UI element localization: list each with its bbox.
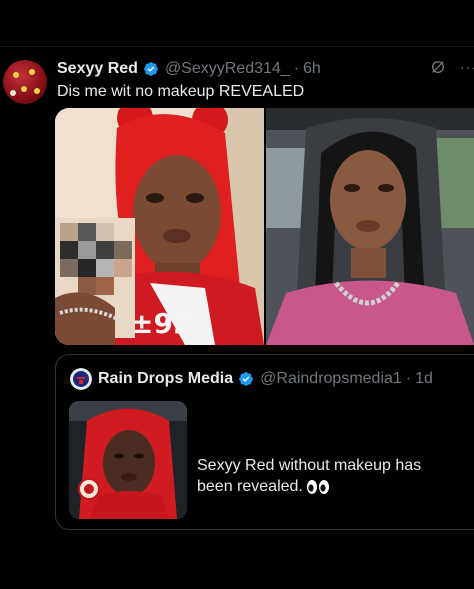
more-icon[interactable]: ··· (460, 59, 474, 75)
photo-selfie-red-hair: ±92 (55, 108, 264, 345)
author-avatar[interactable] (3, 60, 47, 104)
separator-dot: · (405, 370, 412, 387)
eyes-emoji-icon (306, 479, 329, 494)
top-divider (0, 46, 474, 47)
quote-time[interactable]: 1d (415, 370, 433, 388)
quote-header: Rain Drops Media @Raindropsmedia1 · 1d (70, 368, 433, 390)
svg-text:±92: ±92 (130, 307, 192, 340)
verified-badge-icon (144, 62, 158, 76)
tweet-media[interactable]: ±92 (55, 108, 474, 345)
author-handle[interactable]: @SexyyRed314_ (165, 59, 290, 79)
tweet-time[interactable]: 6h (303, 59, 321, 79)
grok-icon[interactable] (430, 59, 446, 75)
tweet-header: Sexyy Red @SexyyRed314_ · 6h (57, 59, 321, 79)
media-photo-2[interactable] (266, 108, 474, 345)
quote-author-avatar[interactable] (70, 368, 92, 390)
quote-text: Sexyy Red without makeup has been reveal… (197, 455, 447, 497)
quote-media-thumbnail[interactable] (69, 401, 187, 519)
verified-badge-icon (239, 372, 253, 386)
quoted-tweet[interactable]: Rain Drops Media @Raindropsmedia1 · 1d S… (55, 354, 474, 530)
photo-thumbnail (69, 401, 187, 519)
photo-selfie-car (266, 108, 474, 345)
quote-author-name[interactable]: Rain Drops Media (98, 370, 233, 388)
media-photo-1[interactable]: ±92 (55, 108, 264, 345)
author-name[interactable]: Sexyy Red (57, 59, 138, 79)
quote-author-handle[interactable]: @Raindropsmedia1 (260, 370, 402, 388)
tweet-text: Dis me wit no makeup REVEALED (57, 83, 305, 100)
separator-dot: · (293, 60, 300, 77)
